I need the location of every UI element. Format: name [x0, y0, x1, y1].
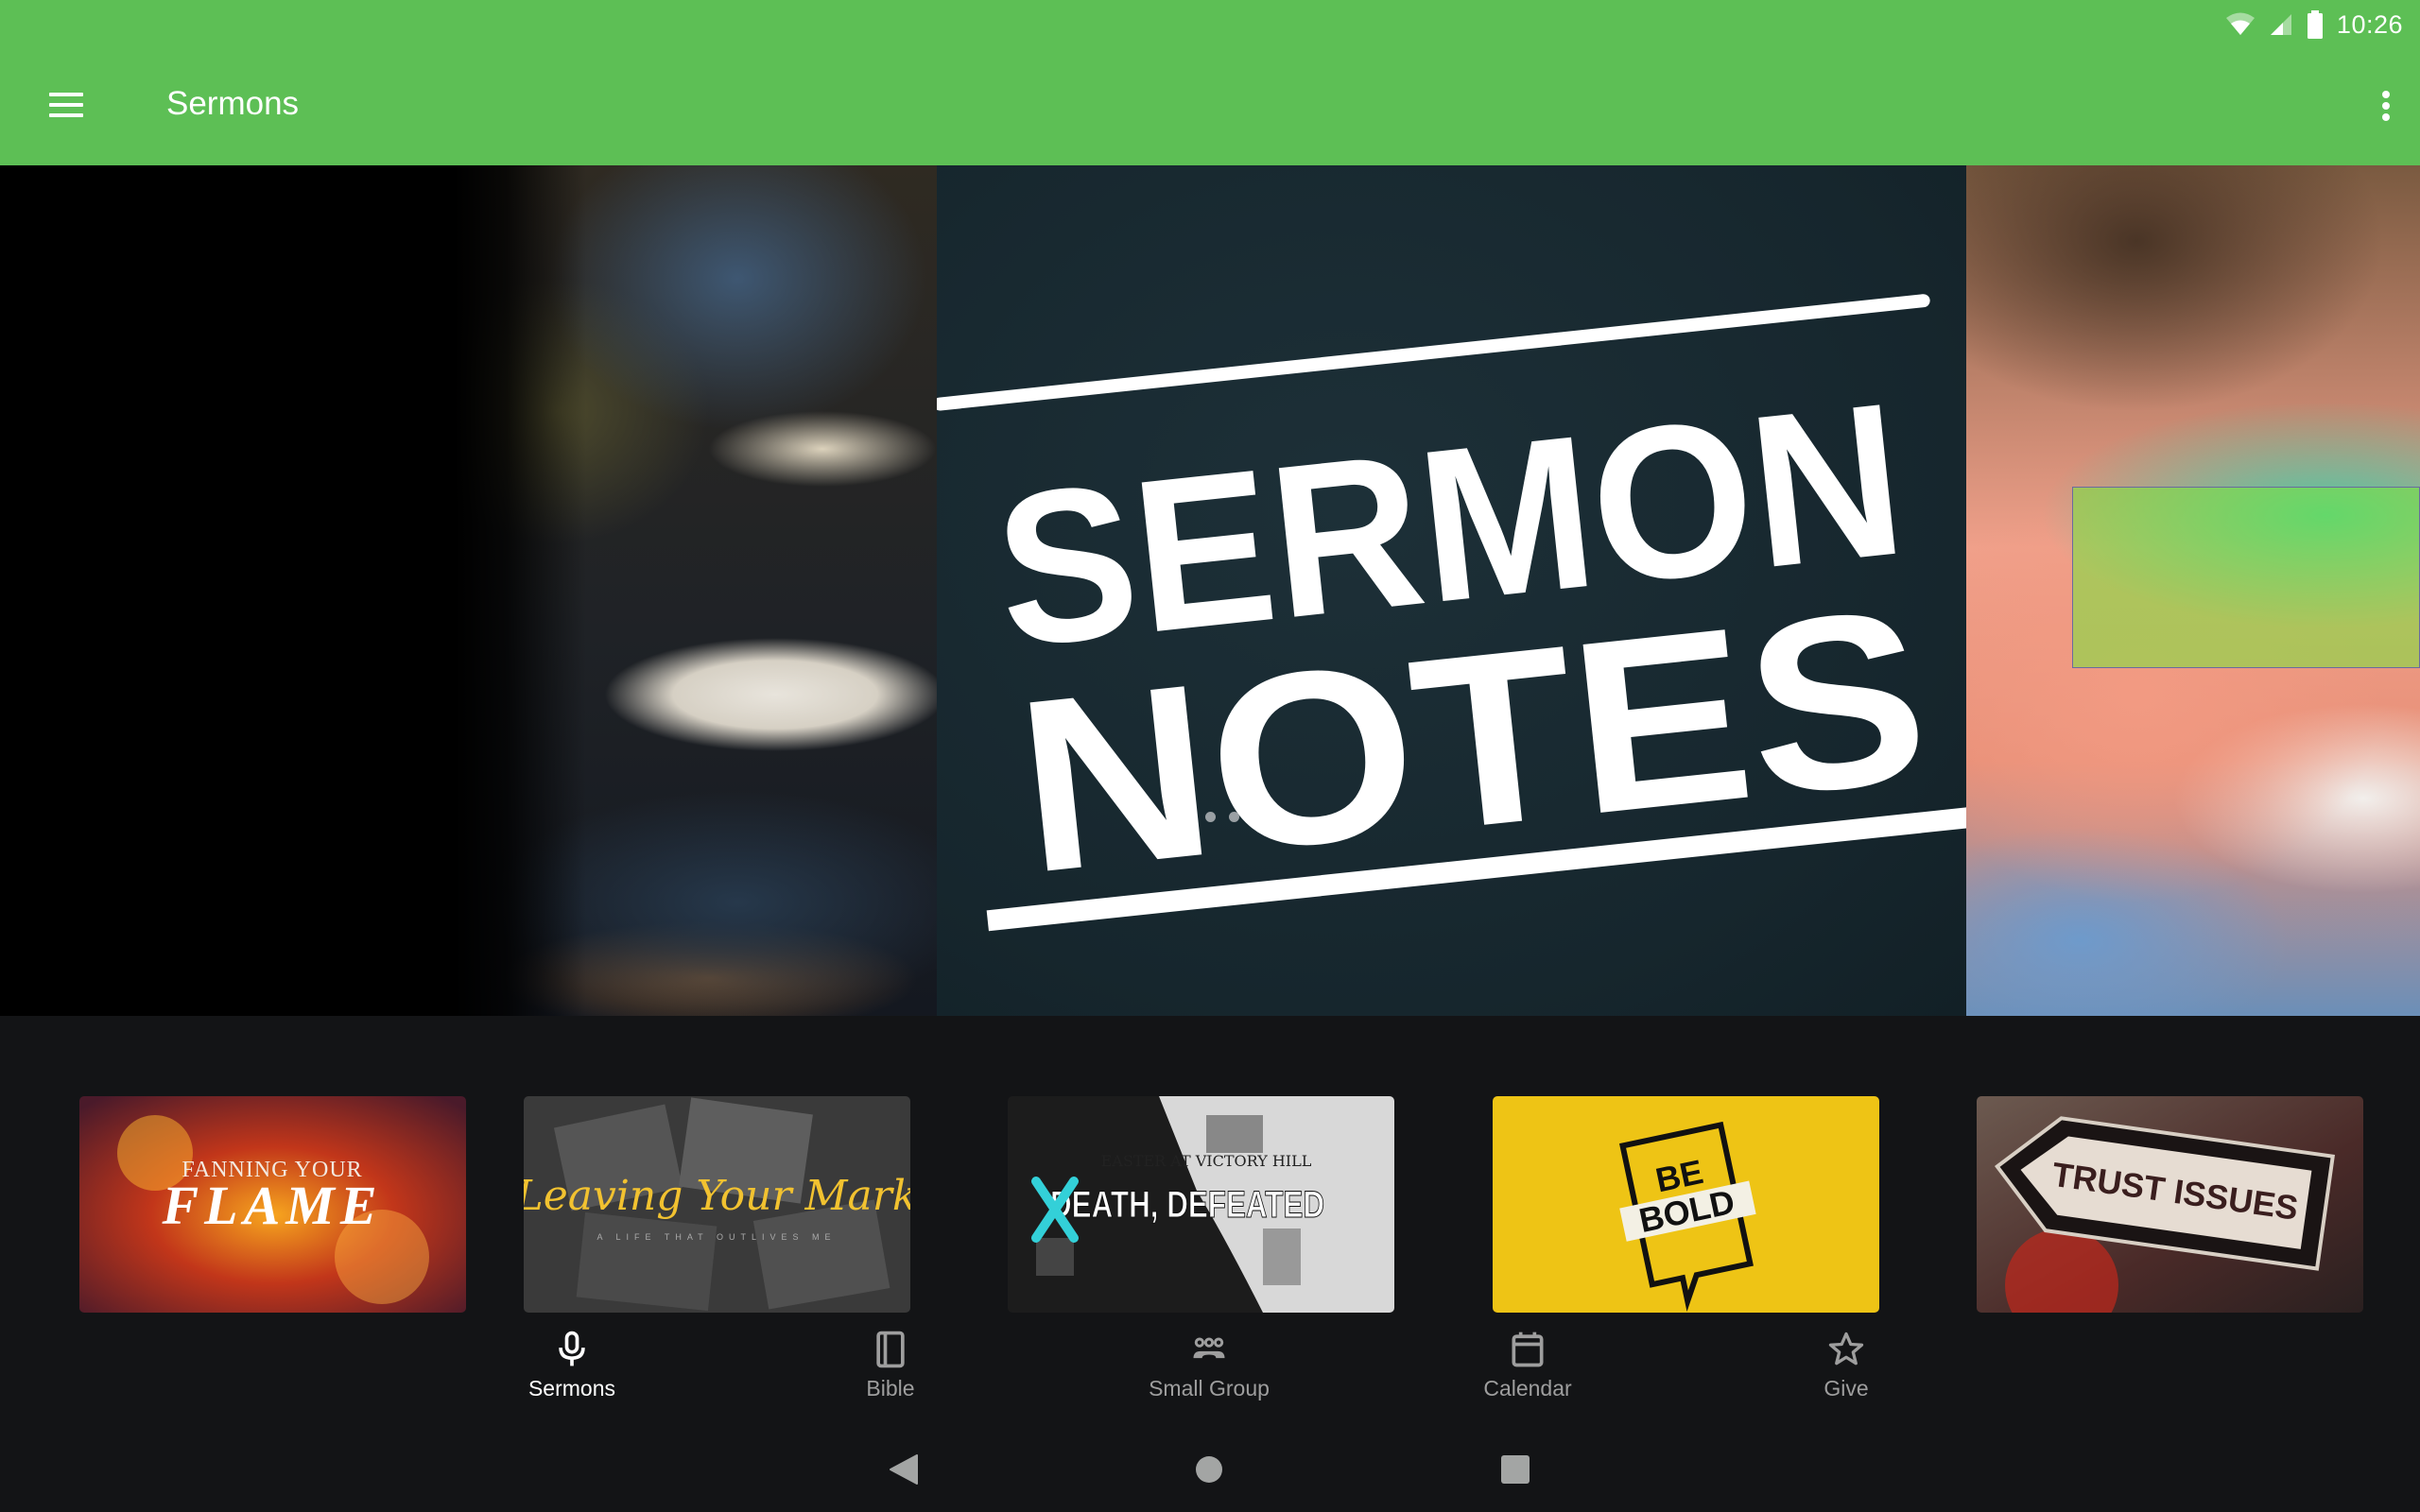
- group-icon: [1193, 1337, 1225, 1359]
- status-bar: 10:26: [2225, 6, 2403, 43]
- congregation-notes-photo[interactable]: [454, 165, 937, 1016]
- sermon-notes-artwork: SERMON NOTES: [937, 294, 1966, 932]
- series-card-fanning-your-flame[interactable]: FANNING YOUR FLAME: [79, 1096, 466, 1313]
- photo-shade: [454, 165, 586, 1016]
- selection-highlight: [2072, 487, 2420, 668]
- more-vert-icon[interactable]: [2365, 79, 2407, 132]
- bottom-navigation: Sermons Bible Small Group Calendar Give: [0, 1323, 2420, 1418]
- hero-carousel[interactable]: SERMON NOTES: [0, 165, 2420, 1016]
- series-list: FANNING YOUR FLAME Leaving Your Mark A L…: [0, 1096, 2420, 1314]
- back-icon[interactable]: [879, 1446, 926, 1493]
- nav-label-give: Give: [1824, 1376, 1869, 1400]
- series-card-be-bold[interactable]: BE BOLD: [1493, 1096, 1879, 1313]
- nav-label-calendar: Calendar: [1483, 1376, 1572, 1400]
- series-card-leaving-your-mark[interactable]: Leaving Your Mark A LIFE THAT OUTLIVES M…: [524, 1096, 910, 1313]
- home-icon[interactable]: [1185, 1446, 1233, 1493]
- status-time: 10:26: [2336, 9, 2403, 39]
- book-icon: [876, 1331, 905, 1368]
- volunteer-photo[interactable]: [1966, 165, 2420, 1016]
- wifi-icon: [2225, 12, 2255, 35]
- card-art-line2: FLAME: [161, 1175, 382, 1236]
- card-art-line1: DEATH, DEFEATED: [1050, 1184, 1324, 1226]
- recents-icon[interactable]: [1492, 1446, 1539, 1493]
- system-navigation-bar: [0, 1427, 2420, 1512]
- card-art-line1: Leaving Your Mark: [524, 1172, 910, 1220]
- nav-item-give[interactable]: Give: [1752, 1329, 1941, 1414]
- battery-icon: [2307, 10, 2323, 39]
- nav-item-sermons[interactable]: Sermons: [477, 1329, 666, 1414]
- carousel-dot-3[interactable]: [1229, 811, 1239, 822]
- app-bar: 10:26 Sermons: [0, 0, 2420, 165]
- page-title: Sermons: [166, 85, 300, 122]
- hamburger-menu-icon[interactable]: [47, 91, 89, 121]
- carousel-dot-1[interactable]: [1175, 808, 1192, 825]
- cell-signal-icon: [2270, 14, 2291, 35]
- card-art-line2: A LIFE THAT OUTLIVES ME: [596, 1232, 836, 1242]
- nav-item-small-group[interactable]: Small Group: [1115, 1329, 1304, 1414]
- carousel-dot-2[interactable]: [1205, 811, 1216, 822]
- nav-item-bible[interactable]: Bible: [796, 1329, 985, 1414]
- calendar-icon: [1512, 1332, 1544, 1367]
- microphone-icon: [559, 1331, 585, 1366]
- card-art-line2: EASTER AT VICTORY HILL: [1101, 1152, 1312, 1170]
- series-card-trust-issues[interactable]: TRUST ISSUES: [1977, 1096, 2363, 1313]
- sermon-notes-graphic[interactable]: SERMON NOTES: [937, 165, 1966, 1016]
- nav-label-bible: Bible: [866, 1376, 915, 1400]
- star-icon: [1828, 1332, 1864, 1366]
- nav-item-calendar[interactable]: Calendar: [1433, 1329, 1622, 1414]
- series-card-death-defeated[interactable]: EASTER AT VICTORY HILL DEATH, DEFEATED: [1008, 1096, 1394, 1313]
- nav-label-sermons: Sermons: [527, 1376, 616, 1400]
- carousel-indicator: [1175, 808, 1239, 825]
- nav-label-small-group: Small Group: [1149, 1376, 1270, 1400]
